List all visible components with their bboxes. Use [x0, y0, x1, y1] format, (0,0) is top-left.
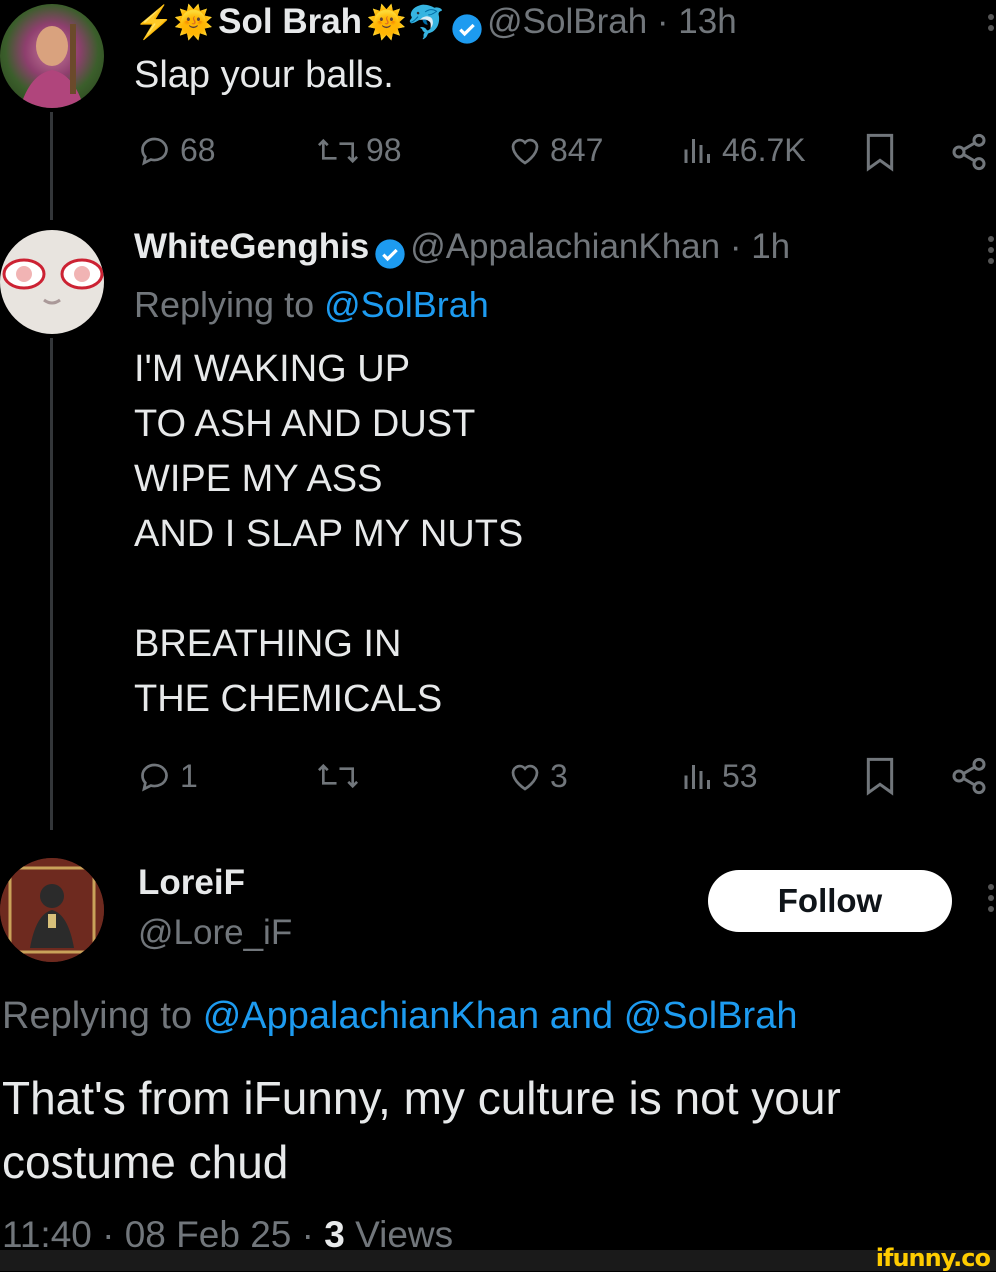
lyric-line: TO ASH AND DUST: [134, 403, 476, 445]
tweet1-like-button[interactable]: 847: [506, 132, 603, 169]
tweet1-name-emoji-suffix: 🌞🐬: [366, 4, 447, 40]
lyric-line: BREATHING IN: [134, 623, 402, 665]
watermark-strip: [0, 1250, 996, 1271]
avatar-solbrah[interactable]: [0, 4, 104, 108]
tweet2-handle-time: @AppalachianKhan · 1h: [410, 227, 791, 266]
more-icon[interactable]: [988, 14, 996, 36]
ifunny-watermark: ifunny.co: [875, 1244, 991, 1272]
reply-icon: [141, 137, 168, 165]
replying-and: and: [549, 995, 614, 1037]
replying-to-link[interactable]: @SolBrah: [324, 284, 489, 325]
tweet2-body: I'M WAKING UP TO ASH AND DUST WIPE MY AS…: [134, 342, 523, 727]
replying-to-link-2[interactable]: @SolBrah: [624, 995, 798, 1037]
tweet2-author-name[interactable]: WhiteGenghis: [134, 227, 369, 266]
like-icon: [511, 138, 539, 165]
lyric-line: I'M WAKING UP: [134, 348, 411, 390]
avatar-whitegenghis[interactable]: [0, 230, 104, 334]
lyric-line: AND I SLAP MY NUTS: [134, 513, 524, 555]
tweet2-header: WhiteGenghis @AppalachianKhan · 1h: [134, 224, 790, 277]
reply-icon: [141, 763, 168, 791]
views-icon: [684, 764, 710, 789]
tweet3-text: That's from iFunny, my culture is not yo…: [2, 1072, 841, 1188]
verified-badge-icon: [375, 239, 405, 269]
tweet1-retweet-button[interactable]: 98: [316, 132, 402, 169]
tweet1-name-emoji: ⚡🌞: [134, 4, 214, 40]
tweet2-replying: Replying to @SolBrah: [134, 282, 489, 328]
lyric-line: WIPE MY ASS: [134, 458, 383, 500]
thread-line-2: [50, 338, 53, 830]
tweet1-like-count: 847: [550, 132, 604, 168]
share-icon[interactable]: [948, 756, 990, 796]
replying-to-link-1[interactable]: @AppalachianKhan: [203, 995, 540, 1037]
tweet2-like-count: 3: [550, 758, 568, 794]
tweet3-views-count: 3: [324, 1214, 345, 1255]
tweet1-author-name[interactable]: Sol Brah: [218, 2, 362, 41]
tweet2-reply-button[interactable]: 1: [138, 758, 198, 795]
tweet3-views-label: Views: [355, 1214, 454, 1255]
tweet1-reply-button[interactable]: 68: [138, 132, 216, 169]
tweet2-like-button[interactable]: 3: [506, 758, 568, 795]
tweet1-handle-time: @SolBrah · 13h: [487, 2, 737, 41]
more-icon[interactable]: [988, 236, 996, 269]
share-icon[interactable]: [948, 132, 990, 172]
follow-button[interactable]: Follow: [708, 870, 952, 932]
tweet1-views-button[interactable]: 46.7K: [680, 132, 806, 169]
tweet3-author-name[interactable]: LoreiF: [138, 860, 245, 906]
tweet2-retweet-button[interactable]: [316, 758, 360, 794]
lyric-line-blank: [134, 562, 523, 617]
thread-line-1: [50, 112, 53, 220]
bookmark-icon[interactable]: [862, 132, 898, 172]
replying-prefix: Replying to: [2, 995, 193, 1037]
retweet-icon: [317, 138, 359, 163]
tweet1-text: Slap your balls.: [134, 54, 394, 96]
tweet2-views-button[interactable]: 53: [680, 758, 758, 795]
lyric-line: THE CHEMICALS: [134, 678, 443, 720]
tweet1-header: ⚡🌞 Sol Brah 🌞🐬 @SolBrah · 13h: [134, 0, 737, 51]
more-icon[interactable]: [988, 884, 996, 917]
like-icon: [511, 764, 539, 791]
replying-prefix: Replying to: [134, 284, 315, 325]
tweet1-reply-count: 68: [180, 132, 216, 168]
tweet2-views-count: 53: [722, 758, 758, 794]
verified-badge-icon: [451, 14, 482, 44]
tweet1-views-count: 46.7K: [722, 132, 806, 168]
tweet3-timestamp: 11:40 · 08 Feb 25 ·: [2, 1214, 325, 1255]
views-icon: [684, 138, 710, 163]
tweet2-reply-count: 1: [180, 758, 198, 794]
avatar-loreif[interactable]: [0, 858, 104, 962]
retweet-icon: [317, 763, 359, 789]
bookmark-icon[interactable]: [862, 756, 898, 796]
tweet3-handle: @Lore_iF: [138, 913, 293, 952]
tweet3-replying: Replying to @AppalachianKhan and @SolBra…: [2, 990, 797, 1042]
tweet1-retweet-count: 98: [366, 132, 402, 168]
